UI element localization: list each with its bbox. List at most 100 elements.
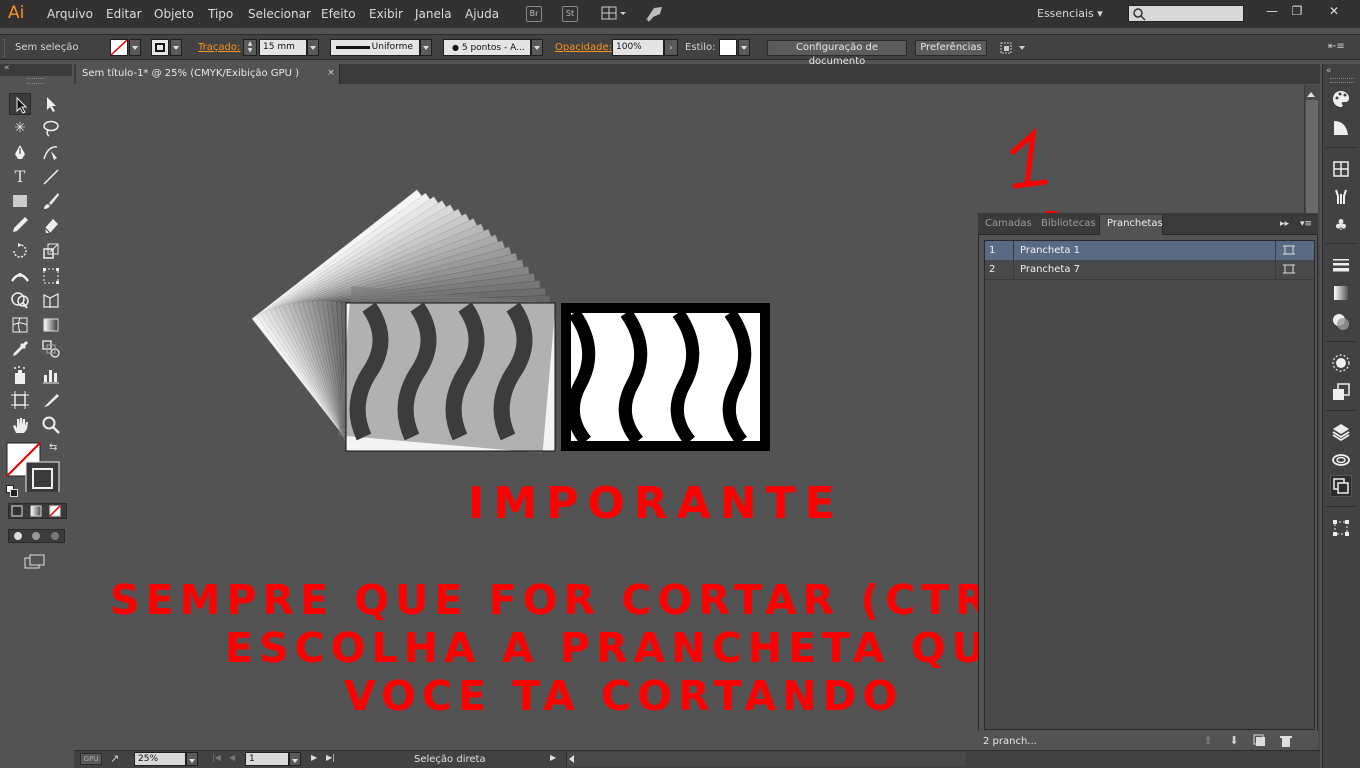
tab-bibliotecas[interactable]: Bibliotecas (1041, 218, 1096, 229)
artboard-7[interactable] (561, 303, 770, 451)
appearance-icon[interactable] (1330, 352, 1352, 374)
close-window-button[interactable]: ✕ (1322, 4, 1346, 22)
artboard-row[interactable]: 2 Prancheta 7 (985, 260, 1314, 279)
stroke-profile-field[interactable]: Uniforme (330, 39, 420, 56)
zoom-field[interactable]: 25% (134, 752, 186, 766)
stroke-weight-label[interactable]: Traçado: (198, 42, 240, 53)
gradient-icon[interactable] (40, 314, 62, 336)
paintbrush-icon[interactable] (40, 190, 62, 212)
collapse-panel-icon[interactable]: ▸▸ (1280, 219, 1289, 229)
eyedropper-icon[interactable] (9, 338, 31, 360)
graph-icon[interactable] (40, 364, 62, 386)
artboards-panel-icon[interactable] (1330, 475, 1352, 497)
fill-swatch[interactable] (110, 39, 128, 56)
new-artboard-icon[interactable] (1253, 734, 1267, 748)
control-bar-grip[interactable] (4, 39, 8, 57)
artboard-navigation-field[interactable]: 1 (245, 752, 289, 766)
gradient-panel-icon[interactable] (1330, 282, 1352, 304)
gpu-performance-icon[interactable] (644, 5, 664, 23)
current-tool-status[interactable]: Seleção direta (414, 754, 486, 765)
swap-fill-stroke-icon[interactable]: ⇆ (49, 442, 61, 454)
lasso-icon[interactable] (40, 117, 62, 139)
magic-wand-icon[interactable]: ✳ (9, 117, 31, 139)
next-artboard-icon[interactable]: ▶ (311, 753, 317, 762)
menu-exibir[interactable]: Exibir (369, 7, 403, 21)
preferences-button[interactable]: Preferências (915, 40, 987, 56)
menu-ajuda[interactable]: Ajuda (465, 7, 499, 21)
slice-icon[interactable] (40, 389, 62, 411)
blend-icon[interactable] (40, 338, 62, 360)
workspace-switcher[interactable]: Essenciais ▾ (1037, 7, 1103, 20)
line-icon[interactable] (40, 166, 62, 188)
perspective-icon[interactable] (40, 289, 62, 311)
pencil-icon[interactable] (9, 214, 31, 236)
symbols-icon[interactable]: ♣ (1330, 214, 1352, 236)
menu-objeto[interactable]: Objeto (154, 7, 194, 21)
artboard-row[interactable]: 1 Prancheta 1 (985, 241, 1314, 260)
direct-selection-icon[interactable] (40, 93, 62, 115)
brush-definition-field[interactable]: ● 5 pontos - A... (443, 39, 531, 56)
selection-icon[interactable] (9, 93, 31, 115)
last-artboard-icon[interactable]: ▶| (326, 753, 335, 762)
artboard-name[interactable]: Prancheta 1 (1020, 245, 1080, 256)
document-tab[interactable]: Sem título-1* @ 25% (CMYK/Exibição GPU ) (76, 64, 340, 84)
menu-tipo[interactable]: Tipo (208, 7, 233, 21)
scroll-up-icon[interactable] (1306, 88, 1316, 97)
stroke-icon[interactable] (1330, 254, 1352, 276)
artboard-options-icon[interactable] (1283, 263, 1295, 275)
previous-artboard-icon[interactable]: ◀ (229, 753, 235, 762)
transparency-icon[interactable] (1330, 311, 1352, 333)
status-menu-icon[interactable]: ▶ (550, 753, 556, 762)
type-icon[interactable]: T (9, 166, 31, 188)
bridge-icon[interactable]: Br (526, 6, 542, 22)
move-up-icon[interactable]: ⬆ (1201, 734, 1215, 748)
rectangle-icon[interactable] (9, 190, 31, 212)
fill-stroke-swatches[interactable] (6, 442, 60, 496)
artboard-name[interactable]: Prancheta 7 (1020, 264, 1080, 275)
default-fill-stroke-icon[interactable] (6, 485, 18, 497)
tab-camadas[interactable]: Camadas (985, 218, 1032, 229)
collapse-toolbox-icon[interactable]: « (4, 63, 10, 73)
style-dropdown[interactable] (738, 39, 750, 56)
free-transform-icon[interactable] (40, 265, 62, 287)
opacity-label[interactable]: Opacidade: (555, 42, 612, 53)
curvature-icon[interactable] (40, 142, 62, 164)
delete-artboard-icon[interactable] (1279, 734, 1293, 748)
dock-grip[interactable] (1330, 78, 1354, 83)
menu-selecionar[interactable]: Selecionar (248, 7, 311, 21)
menu-arquivo[interactable]: Arquivo (47, 7, 93, 21)
brush-definition-dropdown[interactable] (531, 39, 543, 56)
align-icon[interactable] (998, 40, 1028, 56)
minimize-button[interactable]: — (1260, 4, 1284, 22)
stroke-weight-stepper[interactable]: ▲ ▼ (243, 39, 257, 56)
graphic-styles-icon[interactable] (1330, 381, 1352, 403)
stroke-weight-field[interactable]: 15 mm (259, 39, 307, 56)
menu-editar[interactable]: Editar (106, 7, 142, 21)
scroll-left-icon[interactable] (569, 755, 574, 763)
tab-pranchetas[interactable]: Pranchetas (1107, 218, 1163, 229)
move-down-icon[interactable]: ⬇ (1227, 734, 1241, 748)
menu-janela[interactable]: Janela (415, 7, 452, 21)
toolbox-grip[interactable] (27, 78, 45, 84)
opacity-field[interactable]: 100% (612, 39, 664, 56)
transform-icon[interactable] (1330, 517, 1352, 539)
eraser-icon[interactable] (40, 214, 62, 236)
width-icon[interactable] (9, 265, 31, 287)
horizontal-scrollbar[interactable] (566, 752, 966, 766)
close-tab-icon[interactable]: × (326, 68, 336, 78)
rotate-icon[interactable] (9, 240, 31, 262)
color-icon[interactable] (1330, 88, 1352, 110)
toolbox-header[interactable]: « (0, 63, 72, 76)
zoom-dropdown[interactable] (186, 752, 198, 766)
panel-menu-icon[interactable]: ▾≡ (1300, 219, 1312, 229)
drawing-modes[interactable] (8, 529, 66, 543)
stroke-weight-dropdown[interactable] (307, 39, 319, 56)
control-bar-menu-icon[interactable]: ⇤≡ (1328, 41, 1345, 55)
shape-builder-icon[interactable] (9, 289, 31, 311)
menu-efeito[interactable]: Efeito (321, 7, 356, 21)
arrange-documents-icon[interactable] (601, 6, 627, 22)
stroke-swatch[interactable] (151, 39, 169, 56)
stock-icon[interactable]: St (562, 6, 578, 22)
symbol-sprayer-icon[interactable] (9, 364, 31, 386)
first-artboard-icon[interactable]: |◀ (212, 753, 221, 762)
